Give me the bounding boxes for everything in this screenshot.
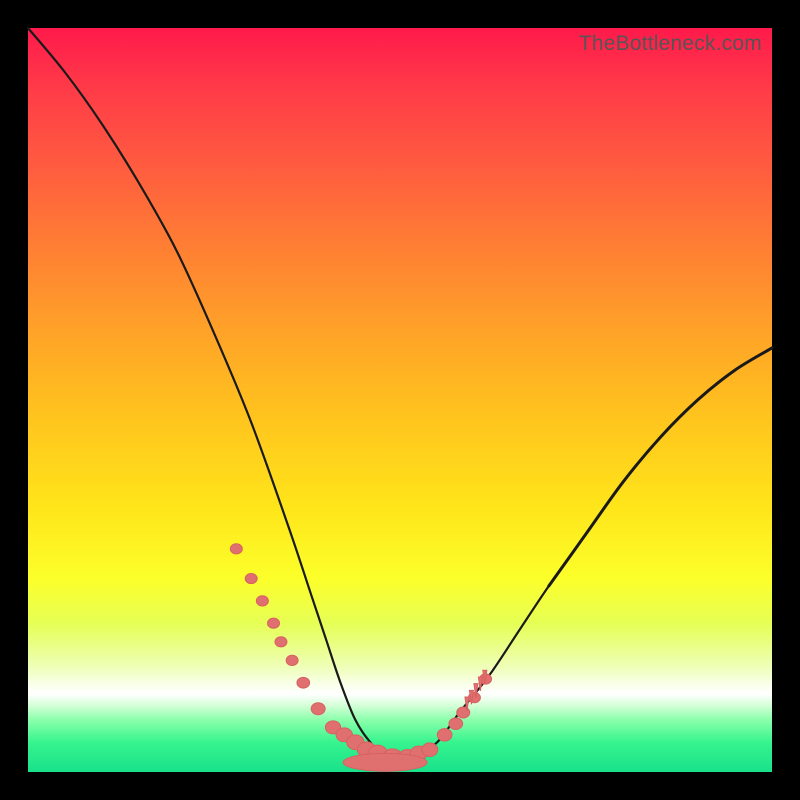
bottleneck-curve-right: [549, 348, 772, 586]
marker-point: [437, 729, 452, 741]
marker-layer: [230, 544, 491, 766]
marker-point: [422, 743, 438, 757]
marker-point: [245, 573, 257, 583]
trough-blob: [343, 753, 427, 771]
marker-point: [256, 596, 268, 606]
marker-point: [275, 637, 287, 647]
marker-point: [311, 703, 325, 715]
marker-point: [286, 655, 298, 665]
bottleneck-curve: [28, 28, 772, 765]
marker-point: [449, 718, 463, 730]
chart-plot-area: TheBottleneck.com: [28, 28, 772, 772]
marker-point: [268, 618, 280, 628]
bottom-blob-layer: [343, 670, 487, 771]
chart-svg: [28, 28, 772, 772]
chart-stage: TheBottleneck.com: [0, 0, 800, 800]
marker-point: [297, 677, 310, 688]
marker-point: [230, 544, 242, 554]
